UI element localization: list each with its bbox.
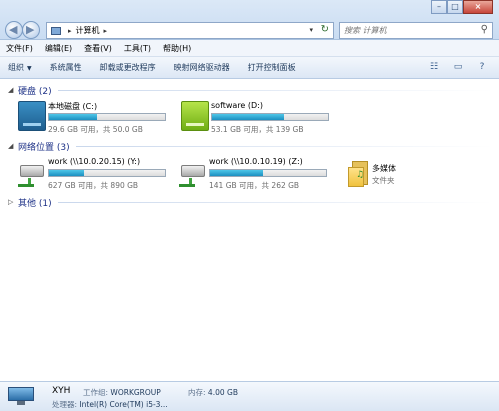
- expand-icon[interactable]: ▷: [8, 198, 14, 206]
- group-title-other: 其他 (1): [18, 198, 52, 209]
- drive-d[interactable]: software (D:) 53.1 GB 可用，共 139 GB: [181, 101, 341, 137]
- close-button[interactable]: ×: [463, 0, 493, 14]
- map-network-drive-button[interactable]: 映射网络驱动器: [174, 62, 230, 73]
- group-header-network[interactable]: ◢ 网络位置 (3): [8, 139, 493, 153]
- network-drive-icon: [179, 157, 207, 187]
- group-divider: [75, 145, 493, 147]
- memory-info: 内存: 4.00 GB: [188, 388, 238, 397]
- folder-name: 多媒体: [372, 164, 396, 173]
- network-drive-icon: [18, 157, 46, 187]
- group-title-hdd: 硬盘 (2): [18, 86, 52, 97]
- group-title-network: 网络位置 (3): [18, 142, 70, 153]
- breadcrumb-separator[interactable]: ▸: [68, 27, 72, 35]
- computer-icon: [8, 387, 34, 405]
- folder-type: 文件夹: [372, 176, 395, 185]
- usage-fill: [210, 170, 264, 176]
- drive-size: 627 GB 可用，共 890 GB: [48, 181, 139, 190]
- search-input[interactable]: [340, 23, 470, 38]
- drive-name: work (\\10.0.20.15) (Y:): [48, 157, 141, 166]
- media-folder[interactable]: ♫ 多媒体 文件夹: [348, 159, 468, 195]
- address-bar[interactable]: ▸ 计算机 ▸ ▾ ↻: [46, 22, 334, 39]
- drive-size: 141 GB 可用，共 262 GB: [209, 181, 300, 190]
- content-pane: ◢ 硬盘 (2) 本地磁盘 (C:) 29.6 GB 可用，共 50.0 GB …: [0, 79, 499, 381]
- forward-button[interactable]: ▶: [22, 21, 40, 39]
- chevron-down-icon: ▼: [27, 65, 32, 72]
- menu-edit[interactable]: 编辑(E): [45, 43, 72, 54]
- search-icon[interactable]: ⚲: [481, 24, 488, 35]
- workgroup-info: 工作组: WORKGROUP: [83, 388, 161, 397]
- window-controls: – □ ×: [431, 0, 493, 14]
- breadcrumb-computer[interactable]: 计算机: [76, 25, 100, 36]
- group-divider: [57, 89, 493, 91]
- refresh-icon[interactable]: ↻: [321, 24, 329, 35]
- usage-fill: [49, 114, 97, 120]
- command-bar: 组织 ▼ 系统属性 卸载或更改程序 映射网络驱动器 打开控制面板 ☷ ▭ ?: [0, 57, 499, 79]
- usage-fill: [49, 170, 84, 176]
- group-divider: [57, 201, 493, 203]
- folder-icon: ♫: [348, 161, 370, 187]
- details-pane: XYH 工作组: WORKGROUP 内存: 4.00 GB 处理器: Inte…: [0, 381, 499, 411]
- view-controls: ☷ ▭ ?: [427, 61, 489, 73]
- help-icon[interactable]: ?: [475, 61, 489, 73]
- drive-size: 53.1 GB 可用，共 139 GB: [211, 125, 304, 134]
- system-properties-button[interactable]: 系统属性: [50, 62, 82, 73]
- drive-name: work (\\10.0.10.19) (Z:): [209, 157, 303, 166]
- usage-bar: [48, 113, 166, 121]
- forward-arrow-icon: ▶: [26, 23, 35, 36]
- preview-pane-icon[interactable]: ▭: [451, 61, 465, 73]
- usage-bar: [209, 169, 327, 177]
- menu-view[interactable]: 查看(V): [84, 43, 112, 54]
- network-drive-z[interactable]: work (\\10.0.10.19) (Z:) 141 GB 可用，共 262…: [179, 157, 339, 193]
- collapse-icon[interactable]: ◢: [8, 142, 14, 150]
- minimize-button[interactable]: –: [431, 0, 447, 14]
- organize-button[interactable]: 组织 ▼: [8, 62, 32, 73]
- processor-info: 处理器: Intel(R) Core(TM) i5-3...: [52, 400, 168, 409]
- views-icon[interactable]: ☷: [427, 61, 441, 73]
- address-dropdown-icon[interactable]: ▾: [309, 26, 313, 34]
- menu-bar: 文件(F) 编辑(E) 查看(V) 工具(T) 帮助(H): [0, 40, 499, 57]
- computer-icon: [51, 26, 61, 35]
- network-drive-y[interactable]: work (\\10.0.20.15) (Y:) 627 GB 可用，共 890…: [18, 157, 178, 193]
- open-control-panel-button[interactable]: 打开控制面板: [248, 62, 296, 73]
- group-header-hdd[interactable]: ◢ 硬盘 (2): [8, 83, 493, 97]
- drive-size: 29.6 GB 可用，共 50.0 GB: [48, 125, 143, 134]
- search-box[interactable]: ⚲: [339, 22, 493, 39]
- title-bar: – □ × ◀ ▶ ▸ 计算机 ▸ ▾ ↻ ⚲: [0, 0, 499, 40]
- back-arrow-icon: ◀: [9, 23, 18, 36]
- drive-name: software (D:): [211, 101, 263, 110]
- back-button[interactable]: ◀: [5, 21, 23, 39]
- hard-disk-icon: [181, 101, 209, 131]
- menu-help[interactable]: 帮助(H): [163, 43, 191, 54]
- drive-c[interactable]: 本地磁盘 (C:) 29.6 GB 可用，共 50.0 GB: [18, 101, 178, 137]
- group-header-other[interactable]: ▷ 其他 (1): [8, 195, 493, 209]
- uninstall-program-button[interactable]: 卸载或更改程序: [100, 62, 156, 73]
- menu-file[interactable]: 文件(F): [6, 43, 33, 54]
- usage-bar: [211, 113, 329, 121]
- breadcrumb-separator[interactable]: ▸: [104, 27, 108, 35]
- organize-label: 组织: [8, 63, 24, 72]
- drive-name: 本地磁盘 (C:): [48, 102, 98, 111]
- usage-fill: [212, 114, 284, 120]
- collapse-icon[interactable]: ◢: [8, 86, 14, 94]
- menu-tools[interactable]: 工具(T): [124, 43, 151, 54]
- maximize-button[interactable]: □: [447, 0, 463, 14]
- computer-name: XYH: [52, 386, 71, 396]
- hard-disk-icon: [18, 101, 46, 131]
- usage-bar: [48, 169, 166, 177]
